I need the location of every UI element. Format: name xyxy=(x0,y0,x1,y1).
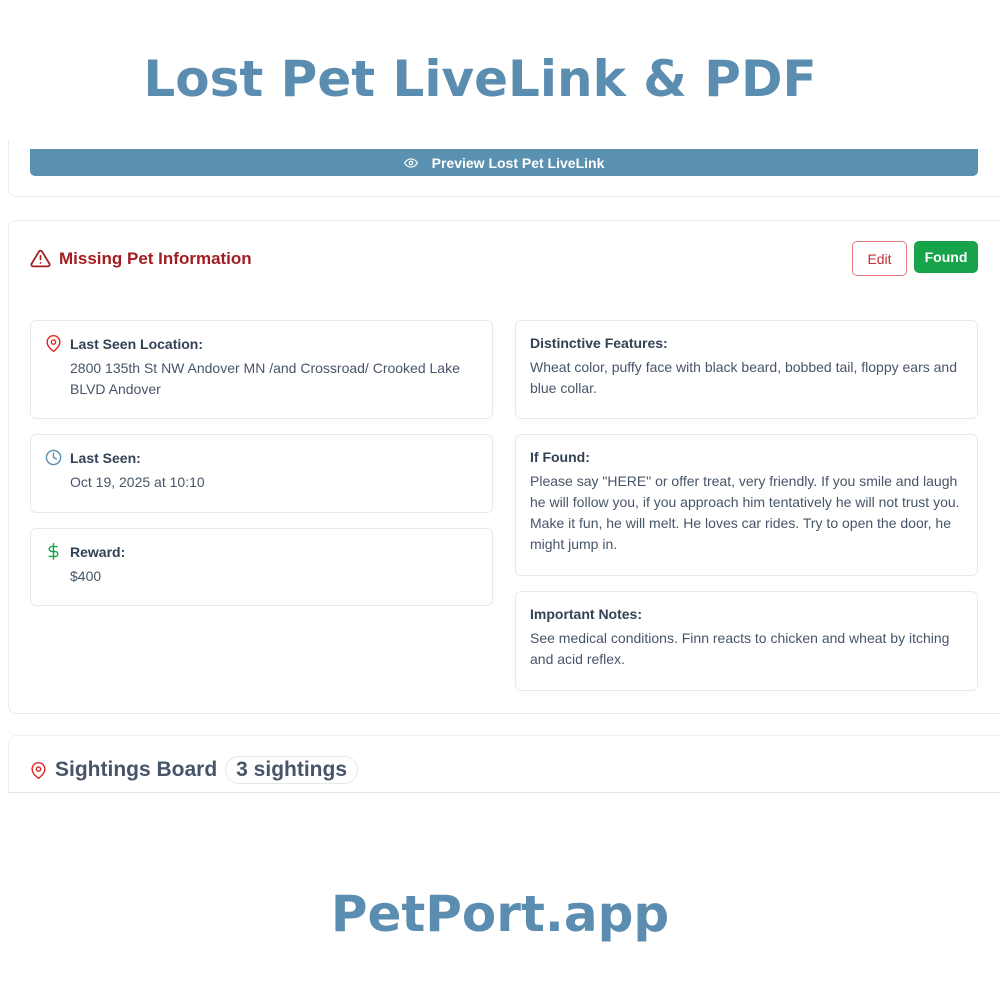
eye-icon xyxy=(403,157,418,168)
last-seen-box: Last Seen: Oct 19, 2025 at 10:10 xyxy=(30,434,493,513)
distinctive-features-value: Wheat color, puffy face with black beard… xyxy=(530,359,957,396)
important-notes-box: Important Notes: See medical conditions.… xyxy=(515,591,978,691)
sightings-divider xyxy=(8,792,1000,793)
if-found-label: If Found: xyxy=(530,449,590,465)
missing-pet-title: Missing Pet Information xyxy=(30,248,252,269)
found-button[interactable]: Found xyxy=(914,241,978,273)
important-notes-label: Important Notes: xyxy=(530,606,642,622)
last-seen-value: Oct 19, 2025 at 10:10 xyxy=(70,474,205,490)
preview-livelink-button[interactable]: Preview Lost Pet LiveLink xyxy=(30,149,978,176)
warning-triangle-icon xyxy=(30,249,51,268)
clock-icon xyxy=(45,449,62,466)
if-found-value: Please say "HERE" or offer treat, very f… xyxy=(530,473,960,552)
reward-box: Reward: $400 xyxy=(30,528,493,606)
last-seen-location-box: Last Seen Location: 2800 135th St NW And… xyxy=(30,320,493,419)
last-seen-location-value: 2800 135th St NW Andover MN /and Crossro… xyxy=(70,360,460,397)
sightings-board-header[interactable]: Sightings Board 3 sightings xyxy=(30,756,359,784)
dollar-icon xyxy=(48,543,59,560)
reward-label: Reward: xyxy=(70,543,126,560)
sightings-board-title: Sightings Board xyxy=(55,758,218,781)
important-notes-value: See medical conditions. Finn reacts to c… xyxy=(530,630,950,667)
distinctive-features-label: Distinctive Features: xyxy=(530,335,668,351)
brand-footer: PetPort.app xyxy=(330,885,670,943)
last-seen-label: Last Seen: xyxy=(70,449,141,466)
preview-button-label: Preview Lost Pet LiveLink xyxy=(431,154,605,171)
last-seen-location-label: Last Seen Location: xyxy=(70,335,204,352)
edit-button[interactable]: Edit xyxy=(852,241,907,276)
map-pin-icon xyxy=(46,335,61,352)
distinctive-features-box: Distinctive Features: Wheat color, puffy… xyxy=(515,320,978,419)
promo-headline: Lost Pet LiveLink & PDF xyxy=(143,50,817,108)
missing-pet-title-text: Missing Pet Information xyxy=(59,248,252,268)
map-pin-icon xyxy=(31,761,46,779)
if-found-box: If Found: Please say "HERE" or offer tre… xyxy=(515,434,978,576)
reward-value: $400 xyxy=(70,568,102,584)
sightings-count-badge: 3 sightings xyxy=(225,756,359,784)
